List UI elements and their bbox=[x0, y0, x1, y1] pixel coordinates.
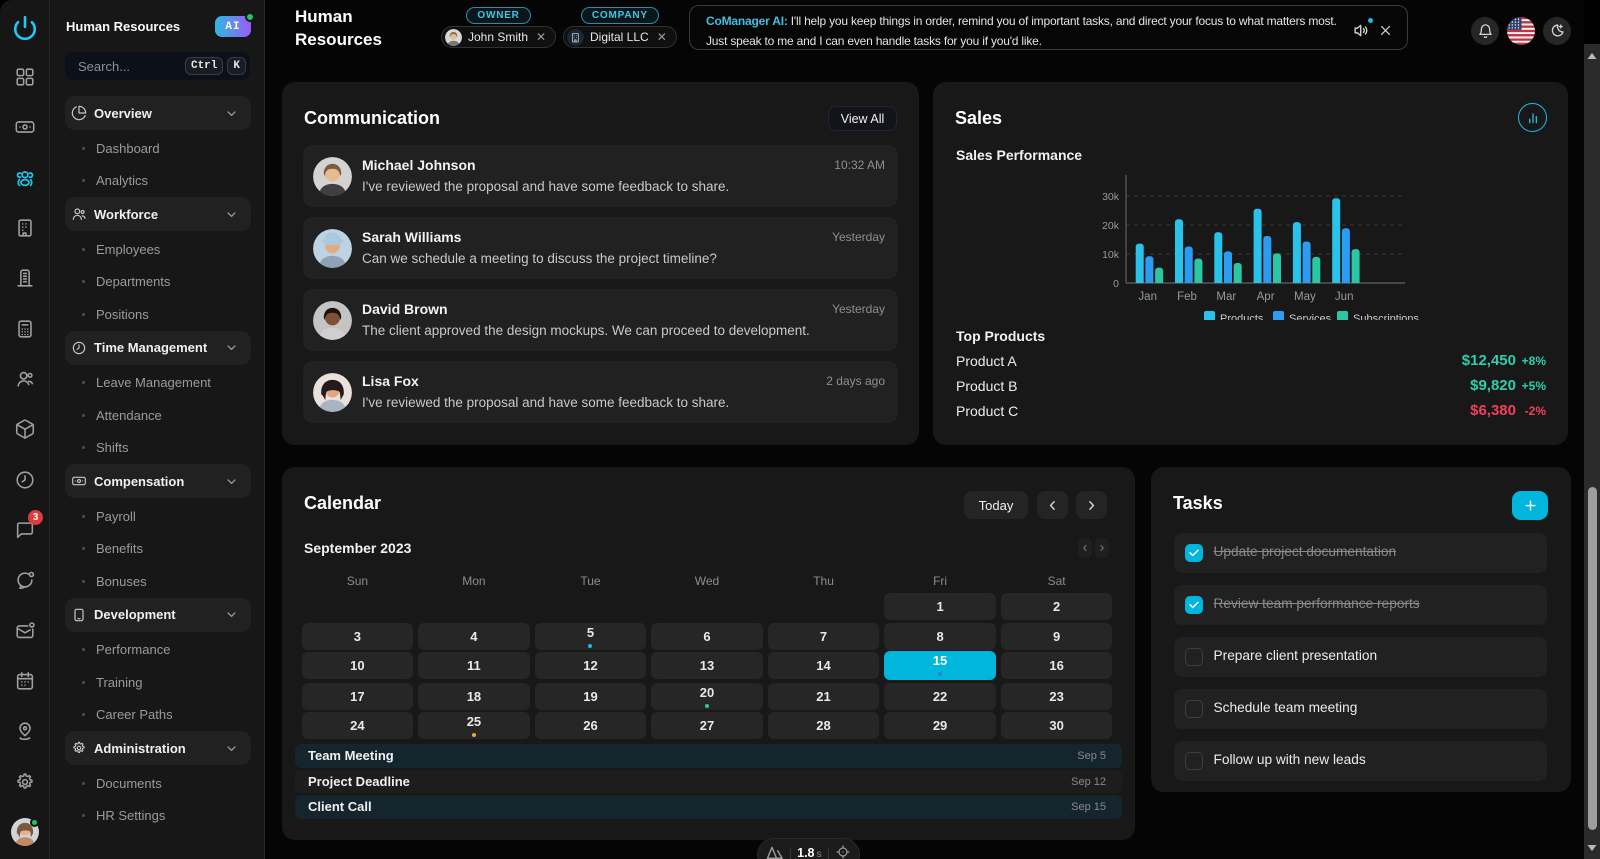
svg-text:Mar: Mar bbox=[1216, 291, 1236, 303]
svg-text:10k: 10k bbox=[1102, 249, 1120, 261]
svg-text:20k: 20k bbox=[1102, 220, 1120, 232]
svg-text:Subscriptions: Subscriptions bbox=[1353, 313, 1420, 320]
svg-text:Products: Products bbox=[1220, 313, 1264, 320]
svg-text:May: May bbox=[1294, 291, 1316, 303]
svg-text:Jan: Jan bbox=[1138, 291, 1157, 303]
svg-text:Apr: Apr bbox=[1257, 291, 1275, 303]
svg-text:30k: 30k bbox=[1102, 191, 1120, 203]
svg-text:Feb: Feb bbox=[1177, 291, 1197, 303]
svg-text:0: 0 bbox=[1113, 278, 1119, 290]
svg-text:Services: Services bbox=[1289, 313, 1332, 320]
svg-text:Jun: Jun bbox=[1335, 291, 1354, 303]
